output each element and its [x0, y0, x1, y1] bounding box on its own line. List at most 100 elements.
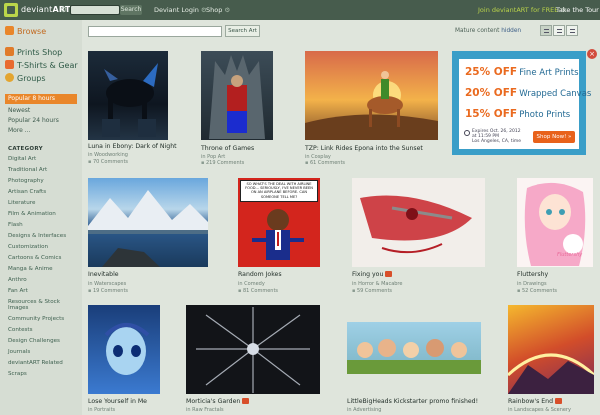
thumb-category[interactable]: in Comedy	[238, 281, 265, 287]
ad-line-3: 15% OFF Photo Prints	[465, 108, 571, 120]
ad-line-1: 25% OFF Fine Art Prints	[465, 66, 579, 78]
prints-icon	[5, 47, 14, 56]
thumb-title[interactable]: LittleBigHeads Kickstarter promo finishe…	[347, 398, 478, 405]
sort-more[interactable]: More ...	[8, 127, 31, 134]
list-view-button[interactable]	[566, 25, 578, 36]
shop-now-button[interactable]: Shop Now! »	[533, 131, 575, 143]
thumb-title[interactable]: Morticia's Garden	[186, 398, 250, 405]
thumb-category[interactable]: in Raw Fractals	[186, 407, 224, 413]
prints-ad-banner[interactable]: 25% OFF Fine Art Prints 20% OFF Wrapped …	[452, 51, 591, 155]
category-item[interactable]: Film & Animation	[8, 211, 56, 217]
thumb-title[interactable]: Inevitable	[88, 271, 119, 278]
sidebar: Browse Prints Shop T-Shirts & Gear Group…	[0, 20, 82, 415]
thumb-title[interactable]: Luna in Ebony: Dark of Night	[88, 143, 177, 150]
shopping-bag-icon[interactable]	[385, 271, 393, 277]
thumbnail-rainbows-end[interactable]	[508, 305, 594, 394]
gear-icon[interactable]: ⚙	[60, 5, 67, 14]
sort-popular-8h[interactable]: Popular 8 hours	[5, 94, 77, 104]
throne-art	[209, 55, 265, 139]
thumbnail-random-jokes[interactable]: SO WHAT'S THE DEAL WITH AIRLINE FOOD... …	[238, 178, 320, 267]
shopping-bag-icon[interactable]	[242, 398, 250, 404]
category-item[interactable]: Resources & Stock Images	[8, 299, 78, 311]
groups-icon	[5, 73, 14, 82]
thumb-comments[interactable]: 81 Comments	[238, 288, 278, 294]
thumb-title[interactable]: Throne of Games	[201, 145, 254, 152]
mature-content-toggle[interactable]: Mature content hidden	[455, 28, 521, 34]
category-item[interactable]: Artisan Crafts	[8, 189, 46, 195]
thumbnail-inevitable[interactable]	[88, 178, 208, 267]
category-item[interactable]: Flash	[8, 222, 23, 228]
link-epona-art	[305, 71, 438, 140]
thumb-comments[interactable]: 219 Comments	[201, 160, 244, 166]
category-item[interactable]: Photography	[8, 178, 44, 184]
thumb-category[interactable]: in Advertising	[347, 407, 381, 413]
category-heading: CATEGORY	[8, 146, 43, 152]
thumbnail-tzp-link[interactable]	[305, 51, 438, 140]
thumb-category[interactable]: in Landscapes & Scenery	[508, 407, 571, 413]
sort-newest[interactable]: Newest	[8, 107, 30, 114]
search-art-button[interactable]: Search Art	[225, 25, 260, 37]
sort-popular-24h[interactable]: Popular 24 hours	[8, 117, 59, 124]
category-item[interactable]: Scraps	[8, 371, 27, 377]
thumb-category[interactable]: in Drawings	[517, 281, 547, 287]
category-item[interactable]: Contests	[8, 327, 33, 333]
category-item[interactable]: deviantART Related	[8, 360, 63, 366]
thumbnail-lose-yourself[interactable]	[88, 305, 160, 394]
category-item[interactable]: Manga & Anime	[8, 266, 53, 272]
thumbnail-fixing-you[interactable]	[352, 178, 485, 267]
top-search-input[interactable]	[70, 5, 120, 15]
category-item[interactable]: Community Projects	[8, 316, 64, 322]
sidebar-browse[interactable]: Browse	[5, 26, 46, 36]
take-tour-link[interactable]: Take the Tour	[556, 6, 599, 14]
thumb-comments[interactable]: 61 Comments	[305, 160, 345, 166]
thumb-comments[interactable]: 52 Comments	[517, 288, 557, 294]
ad-line-2: 20% OFF Wrapped Canvas	[465, 87, 592, 99]
thumbnail-littlebigheads[interactable]	[347, 322, 481, 374]
shopping-bag-icon[interactable]	[555, 398, 563, 404]
thumb-title[interactable]: Fixing you	[352, 271, 393, 278]
category-item[interactable]: Cartoons & Comics	[8, 255, 61, 261]
thumb-comments[interactable]: 19 Comments	[88, 288, 128, 294]
category-item[interactable]: Anthro	[8, 277, 27, 283]
category-item[interactable]: Digital Art	[8, 156, 36, 162]
sidebar-tshirts[interactable]: T-Shirts & Gear	[5, 60, 78, 70]
thumb-category[interactable]: in Portraits	[88, 407, 115, 413]
ad-content: 25% OFF Fine Art Prints 20% OFF Wrapped …	[459, 59, 591, 149]
grid-view-button[interactable]	[540, 25, 552, 36]
category-item[interactable]: Customization	[8, 244, 48, 250]
deviant-login-link[interactable]: Deviant Login ⚙	[154, 6, 207, 14]
list-icon	[570, 29, 575, 33]
thumb-title[interactable]: Fluttershy	[517, 271, 548, 278]
top-search-button[interactable]: Search	[120, 5, 142, 15]
category-item[interactable]: Literature	[8, 200, 35, 206]
thumb-category[interactable]: in Horror & Macabre	[352, 281, 402, 287]
sidebar-prints-shop[interactable]: Prints Shop	[5, 47, 62, 57]
thumb-category[interactable]: in Woodworking	[88, 152, 128, 158]
thumb-title[interactable]: Lose Yourself in Me	[88, 398, 147, 405]
thumb-comments[interactable]: 70 Comments	[88, 159, 128, 165]
littlebigheads-art	[347, 339, 481, 374]
compact-view-button[interactable]	[553, 25, 565, 36]
thumbnail-morticias-garden[interactable]	[186, 305, 320, 394]
thumb-title[interactable]: Rainbow's End	[508, 398, 563, 405]
grid-icon	[544, 29, 549, 33]
category-item[interactable]: Journals	[8, 349, 30, 355]
thumbnail-luna[interactable]	[88, 51, 168, 140]
category-item[interactable]: Traditional Art	[8, 167, 47, 173]
thumb-category[interactable]: in Waterscapes	[88, 281, 126, 287]
thumbnail-fluttershy[interactable]: Fluttershy	[517, 178, 593, 267]
category-item[interactable]: Design Challenges	[8, 338, 60, 344]
thumb-title[interactable]: Random Jokes	[238, 271, 282, 278]
join-link[interactable]: Join deviantART for FREE ⚙	[478, 6, 566, 14]
thumbnail-throne[interactable]	[201, 51, 273, 140]
sidebar-groups[interactable]: Groups	[5, 73, 46, 83]
ad-expiry: Expires Oct. 26, 2012 at 11:59 PM Los Ange…	[472, 129, 521, 144]
shop-link[interactable]: Shop ⚙	[206, 6, 230, 14]
deviantart-logo-icon[interactable]	[4, 3, 18, 17]
close-ad-icon[interactable]: ×	[587, 49, 597, 59]
category-item[interactable]: Designs & Interfaces	[8, 233, 66, 239]
category-item[interactable]: Fan Art	[8, 288, 28, 294]
thumb-title[interactable]: TZP: Link Rides Epona into the Sunset	[305, 145, 423, 152]
thumb-comments[interactable]: 59 Comments	[352, 288, 392, 294]
browse-search-input[interactable]	[88, 26, 222, 37]
